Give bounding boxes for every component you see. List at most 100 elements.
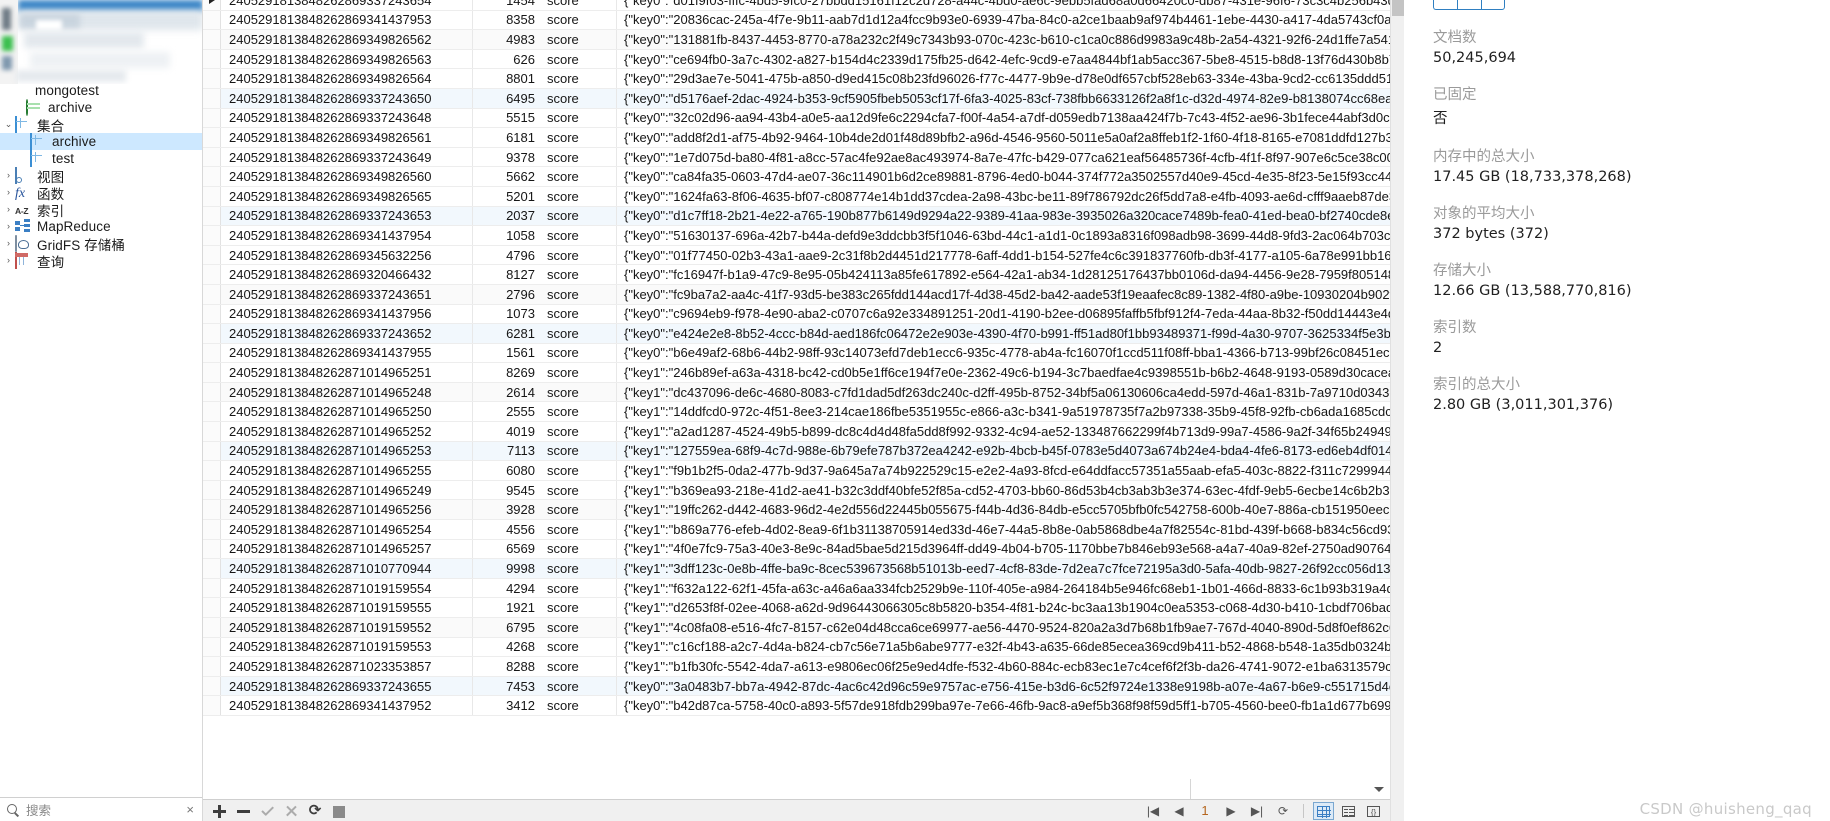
row-selector-cell[interactable] [203, 363, 221, 382]
cell-id[interactable]: 2405291813848262871014965256 [221, 500, 473, 520]
cell-json-document[interactable]: {"key0":"1e7d075d-ba80-4f81-a8cc-57ac4fe… [617, 148, 1390, 167]
sidebar-search[interactable]: 搜索 × [0, 797, 202, 821]
table-row[interactable]: 2405291813848262869341437952 3412 score {"k… [203, 696, 1390, 716]
table-row[interactable]: 2405291813848262871014965256 3928 score {"k… [203, 500, 1390, 521]
form-view-button[interactable] [1338, 802, 1359, 820]
cell-score-value[interactable]: 1921 [473, 598, 541, 617]
cell-score-value[interactable]: 9545 [473, 481, 541, 500]
cell-score-field-name[interactable]: score [541, 69, 617, 88]
cell-score-field-name[interactable]: score [541, 284, 617, 304]
cell-score-field-name[interactable]: score [541, 324, 617, 343]
row-selector-cell[interactable] [203, 206, 221, 226]
cell-score-field-name[interactable]: score [541, 441, 617, 461]
database-tree[interactable]: mongotest archive ⌄ 集合 archive test › 视图… [0, 82, 202, 270]
revert-button[interactable] [281, 802, 301, 820]
cell-json-document[interactable]: {"key1":"f9b1b2f5-0da2-477b-9d37-9a645a7… [617, 461, 1390, 480]
grid-vertical-scrollbar[interactable] [1390, 0, 1404, 821]
row-limit-combo[interactable] [1190, 779, 1390, 799]
row-selector-cell[interactable] [203, 500, 221, 520]
cell-id[interactable]: 2405291813848262869341437952 [221, 696, 473, 715]
cell-id[interactable]: 2405291813848262869341437955 [221, 343, 473, 363]
cell-score-value[interactable]: 1058 [473, 226, 541, 245]
table-row[interactable]: 2405291813848262871014965253 7113 score {"k… [203, 441, 1390, 462]
cell-json-document[interactable]: {"key0":"29d3ae7e-5041-475b-a850-d9ed415… [617, 69, 1390, 88]
row-selector-cell[interactable] [203, 284, 221, 304]
cell-score-field-name[interactable]: score [541, 265, 617, 284]
cell-json-document[interactable]: {"key1":"dc437096-de6c-4680-8083-c7fd1da… [617, 383, 1390, 402]
cell-score-value[interactable]: 6181 [473, 128, 541, 147]
cell-score-value[interactable]: 6495 [473, 89, 541, 108]
tree-item-test-collection[interactable]: test [0, 150, 202, 167]
cell-score-field-name[interactable]: score [541, 0, 617, 10]
cell-id[interactable]: 2405291813848262869349826562 [221, 30, 473, 49]
table-row[interactable]: 2405291813848262871019159552 6795 score {"k… [203, 618, 1390, 638]
cell-score-field-name[interactable]: score [541, 657, 617, 676]
tree-twisty[interactable]: › [2, 235, 15, 252]
cell-score-value[interactable]: 7113 [473, 442, 541, 461]
cell-json-document[interactable]: {"key0":"d1c7ff18-2b21-4e22-a765-190b877… [617, 207, 1390, 226]
cell-id[interactable]: 2405291813848262871014965253 [221, 441, 473, 461]
table-row[interactable]: 2405291813848262869349826561 6181 score {"k… [203, 128, 1390, 148]
cell-id[interactable]: 2405291813848262869337243654 [221, 0, 473, 10]
cell-score-value[interactable]: 8288 [473, 657, 541, 676]
cell-json-document[interactable]: {"key1":"127559ea-68f9-4c7d-988e-6b79efe… [617, 442, 1390, 461]
cell-score-field-name[interactable]: score [541, 49, 617, 69]
cell-id[interactable]: 2405291813848262869349826563 [221, 49, 473, 69]
info-tab-2-button[interactable] [1457, 0, 1481, 10]
cell-json-document[interactable]: {"key1":"b1fb30fc-5542-4da7-a613-e9806ec… [617, 657, 1390, 676]
tree-item-indexes[interactable]: › A-Z 索引 [0, 201, 202, 219]
cell-score-value[interactable]: 6569 [473, 540, 541, 559]
row-selector-cell[interactable] [203, 108, 221, 128]
tree-item-functions[interactable]: › fx 函数 [0, 184, 202, 202]
page-number[interactable]: 1 [1194, 802, 1216, 820]
cell-score-value[interactable]: 2614 [473, 383, 541, 402]
table-row[interactable]: 2405291813848262869337243653 2037 score {"k… [203, 206, 1390, 227]
row-selector-cell[interactable] [203, 539, 221, 559]
first-page-button[interactable]: |◀ [1142, 802, 1164, 820]
add-row-button[interactable] [209, 802, 229, 820]
next-page-button[interactable]: ▶ [1220, 802, 1242, 820]
cell-score-value[interactable]: 2796 [473, 285, 541, 304]
tree-item-gridfs[interactable]: › GridFS 存储桶 [0, 235, 202, 253]
row-selector-cell[interactable] [203, 265, 221, 284]
cell-score-value[interactable]: 4019 [473, 422, 541, 441]
scrollbar-thumb[interactable] [1392, 0, 1404, 16]
cell-score-value[interactable]: 5662 [473, 167, 541, 186]
cell-id[interactable]: 2405291813848262869337243651 [221, 284, 473, 304]
cell-json-document[interactable]: {"key0":"c9694eb9-f978-4e90-aba2-c0707c6… [617, 305, 1390, 324]
info-tab-1-button[interactable] [1433, 0, 1457, 10]
table-row[interactable]: 2405291813848262871014965252 4019 score {"k… [203, 422, 1390, 442]
tree-twisty[interactable]: › [2, 252, 15, 269]
json-view-button[interactable]: {} [1363, 802, 1384, 820]
tree-twisty-expanded[interactable]: ⌄ [2, 116, 15, 133]
cell-json-document[interactable]: {"key0":"3a0483b7-bb7a-4942-87dc-4ac6c42… [617, 677, 1390, 696]
row-selector-cell[interactable] [203, 637, 221, 657]
row-selector-cell[interactable] [203, 69, 221, 88]
cell-id[interactable]: 2405291813848262871019159554 [221, 578, 473, 598]
row-selector-cell[interactable] [203, 30, 221, 49]
cell-id[interactable]: 2405291813848262869349826564 [221, 69, 473, 88]
table-row[interactable]: 2405291813848262869337243654 1454 score {"k… [203, 0, 1390, 11]
cell-score-value[interactable]: 4556 [473, 520, 541, 539]
table-row[interactable]: 2405291813848262869341437953 8358 score {"k… [203, 10, 1390, 31]
cell-score-field-name[interactable]: score [541, 304, 617, 324]
cell-score-field-name[interactable]: score [541, 108, 617, 128]
table-row[interactable]: 2405291813848262871014965251 8269 score {"k… [203, 363, 1390, 383]
cell-id[interactable]: 2405291813848262869337243655 [221, 676, 473, 696]
cell-json-document[interactable]: {"key1":"246b89ef-a63a-4318-bc42-cd0b5e1… [617, 363, 1390, 382]
cell-score-field-name[interactable]: score [541, 598, 617, 617]
cell-id[interactable]: 2405291813848262871014965255 [221, 461, 473, 480]
cell-json-document[interactable]: {"key0":"add8f2d1-af75-4b92-9464-10b4de2… [617, 128, 1390, 147]
table-row[interactable]: 2405291813848262869345632256 4796 score {"k… [203, 245, 1390, 266]
tree-twisty[interactable]: › [2, 201, 15, 218]
cell-score-field-name[interactable]: score [541, 520, 617, 539]
table-row[interactable]: 2405291813848262871010770944 9998 score {"k… [203, 559, 1390, 579]
cell-score-field-name[interactable]: score [541, 696, 617, 715]
table-row[interactable]: 2405291813848262869341437954 1058 score {"k… [203, 226, 1390, 246]
cell-score-value[interactable]: 9378 [473, 148, 541, 167]
grid-view-button[interactable] [1313, 801, 1334, 820]
cell-score-field-name[interactable]: score [541, 167, 617, 186]
cell-score-field-name[interactable]: score [541, 186, 617, 206]
cell-score-field-name[interactable]: score [541, 559, 617, 578]
cell-score-value[interactable]: 8801 [473, 69, 541, 88]
